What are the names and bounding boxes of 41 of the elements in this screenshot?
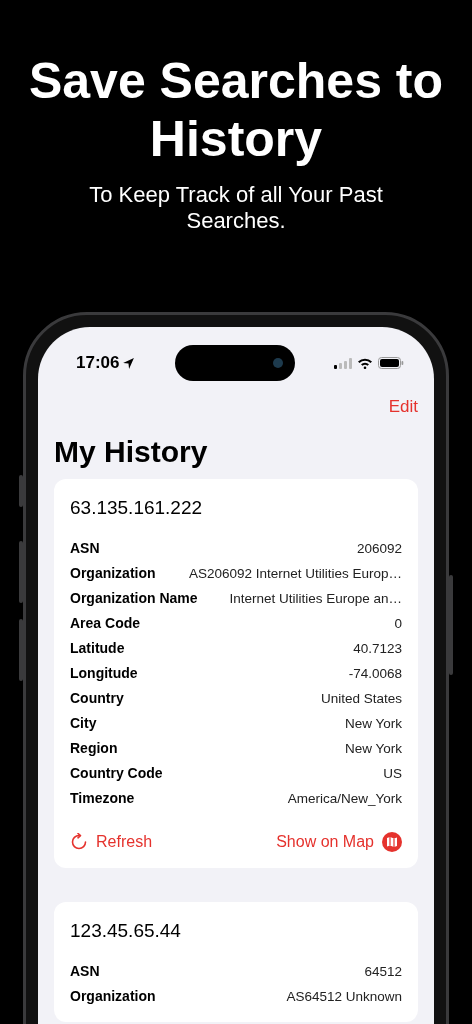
field-label: Timezone <box>70 789 135 807</box>
field-label: Organization Name <box>70 589 198 607</box>
field-label: ASN <box>70 539 100 557</box>
field-value: United States <box>320 690 402 708</box>
page-title: My History <box>54 435 209 469</box>
field-label: ASN <box>70 962 100 980</box>
field-value: AS206092 Internet Utilities Europ… <box>188 565 402 583</box>
field-value: 206092 <box>356 540 402 558</box>
field-label: Longitude <box>70 664 138 682</box>
location-arrow-icon <box>122 356 136 370</box>
edit-button[interactable]: Edit <box>388 393 418 421</box>
field-value: New York <box>344 715 402 733</box>
subtitle: To Keep Track of all Your Past Searches. <box>88 182 384 234</box>
field-label: Country Code <box>70 764 163 782</box>
field-value: Internet Utilities Europe an… <box>229 590 402 608</box>
field-value: 40.7123 <box>353 640 402 658</box>
field-label: Latitude <box>70 639 125 657</box>
field-value: New York <box>344 740 402 758</box>
ip-address: 123.45.65.44 <box>70 920 182 942</box>
refresh-button[interactable]: Refresh <box>70 833 153 851</box>
wifi-icon <box>357 357 373 369</box>
field-label: Region <box>70 739 118 757</box>
field-value: AS64512 Unknown <box>286 988 402 1006</box>
field-value: -74.0068 <box>348 665 402 683</box>
refresh-icon <box>70 833 88 851</box>
field-label: Organization <box>70 564 156 582</box>
field-value: America/New_York <box>287 790 402 808</box>
field-label: Area Code <box>70 614 141 632</box>
signal-icon <box>334 357 352 369</box>
battery-icon <box>378 357 404 369</box>
field-label: Organization <box>70 987 156 1005</box>
field-value: 64512 <box>364 963 402 981</box>
map-icon <box>382 832 402 852</box>
ip-address: 63.135.161.222 <box>70 497 204 519</box>
headline: Save Searches to History <box>27 52 445 168</box>
field-label: City <box>70 714 97 732</box>
field-label: Country <box>70 689 124 707</box>
field-value: 0 <box>394 615 402 633</box>
show-on-map-button[interactable]: Show on Map <box>276 832 402 852</box>
field-value: US <box>383 765 402 783</box>
status-time: 17:06 <box>76 353 120 373</box>
